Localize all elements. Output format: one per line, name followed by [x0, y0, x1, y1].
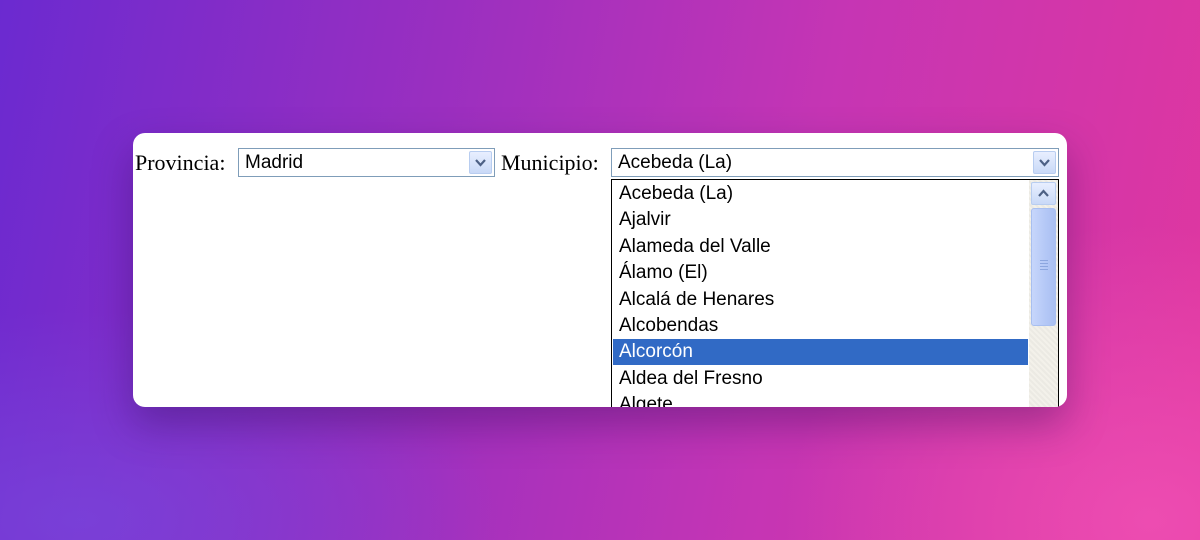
- municipio-dropdown-button[interactable]: [1033, 151, 1056, 174]
- provincia-value: Madrid: [245, 152, 304, 173]
- municipio-select[interactable]: Acebeda (La): [611, 148, 1059, 177]
- municipio-options-list[interactable]: Acebeda (La) Ajalvir Alameda del Valle Álam…: [611, 179, 1059, 407]
- scrollbar-grip-icon: [1040, 260, 1048, 261]
- municipio-option[interactable]: Algete: [613, 392, 1028, 407]
- scrollbar-thumb[interactable]: [1031, 208, 1056, 326]
- provincia-label: Provincia:: [135, 150, 226, 175]
- chevron-down-icon: [1039, 159, 1050, 167]
- municipio-option[interactable]: Álamo (El): [613, 260, 1028, 286]
- provincia-select[interactable]: Madrid: [238, 148, 495, 177]
- list-scrollbar[interactable]: [1029, 180, 1058, 407]
- scroll-up-button[interactable]: [1031, 182, 1056, 205]
- municipio-option[interactable]: Acebeda (La): [613, 181, 1028, 207]
- municipio-option[interactable]: Alameda del Valle: [613, 234, 1028, 260]
- form-panel: Provincia: Madrid Municipio: Acebeda (La…: [133, 133, 1067, 407]
- municipio-option[interactable]: Alcorcón: [613, 339, 1028, 366]
- provincia-dropdown-button[interactable]: [469, 151, 492, 174]
- chevron-up-icon: [1038, 189, 1049, 197]
- municipio-option[interactable]: Alcobendas: [613, 313, 1028, 339]
- chevron-down-icon: [475, 159, 486, 167]
- municipio-label: Municipio:: [501, 150, 599, 175]
- municipio-option[interactable]: Aldea del Fresno: [613, 366, 1028, 392]
- municipio-option[interactable]: Ajalvir: [613, 207, 1028, 233]
- municipio-option[interactable]: Alcalá de Henares: [613, 287, 1028, 313]
- municipio-value: Acebeda (La): [618, 152, 733, 173]
